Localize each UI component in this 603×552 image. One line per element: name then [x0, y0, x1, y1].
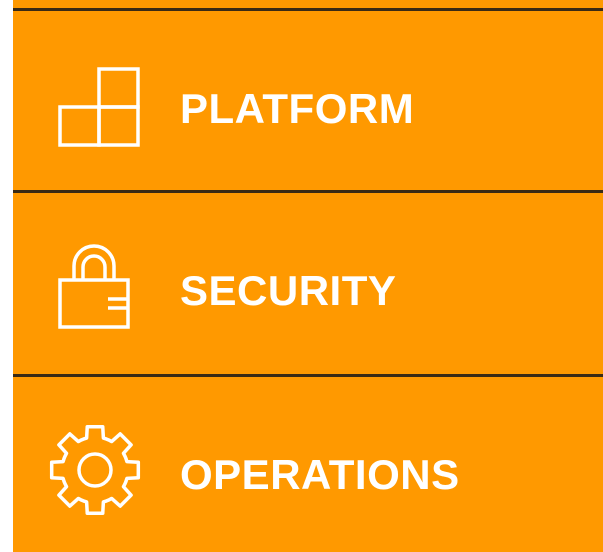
menu-item-label: OPERATIONS: [180, 451, 460, 498]
menu-item-operations[interactable]: OPERATIONS: [13, 375, 603, 552]
lock-icon: [46, 236, 142, 332]
menu-item-label: PLATFORM: [180, 85, 415, 132]
menu-item-label: SECURITY: [180, 267, 397, 314]
menu-item-security[interactable]: SECURITY: [13, 191, 603, 375]
gear-icon: [46, 421, 144, 519]
nav-menu: PLATFORM SECURITY OPERATIONS: [13, 0, 603, 552]
blocks-icon: [46, 67, 142, 149]
menu-item-platform[interactable]: PLATFORM: [13, 0, 603, 191]
